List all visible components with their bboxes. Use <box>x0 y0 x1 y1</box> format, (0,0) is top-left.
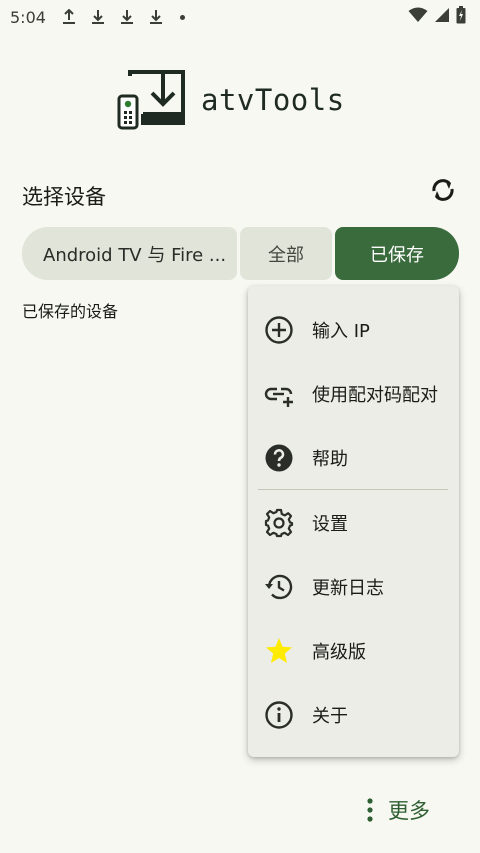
menu-divider <box>258 489 448 490</box>
history-icon <box>264 572 294 602</box>
device-section-title: 选择设备 <box>22 185 106 209</box>
menu-item-label: 更新日志 <box>312 578 384 599</box>
menu-item-premium[interactable]: 高级版 <box>248 619 459 683</box>
overflow-menu: 输入 IP 使用配对码配对 帮助 设置 更新日志 高级版 关于 <box>248 286 459 757</box>
more-vert-icon <box>367 798 373 822</box>
menu-item-enter-ip[interactable]: 输入 IP <box>248 298 459 362</box>
filter-all[interactable]: 全部 <box>240 227 332 280</box>
menu-item-label: 关于 <box>312 706 348 727</box>
notification-dot-icon <box>179 14 185 20</box>
info-icon <box>264 700 294 730</box>
filter-android-tv-fire[interactable]: Android TV 与 Fire ... <box>22 227 237 280</box>
menu-item-label: 高级版 <box>312 642 366 663</box>
signal-icon <box>434 7 450 27</box>
link-add-icon <box>264 379 294 409</box>
star-icon <box>264 636 294 666</box>
filter-saved[interactable]: 已保存 <box>335 227 459 280</box>
menu-item-label: 使用配对码配对 <box>312 385 438 406</box>
menu-item-help[interactable]: 帮助 <box>248 426 459 490</box>
download-icon <box>149 8 163 26</box>
menu-item-about[interactable]: 关于 <box>248 683 459 747</box>
menu-item-settings[interactable]: 设置 <box>248 491 459 555</box>
refresh-button[interactable] <box>428 175 458 205</box>
saved-devices-label: 已保存的设备 <box>22 302 119 321</box>
app-logo: atvTools <box>117 70 345 130</box>
battery-icon <box>456 6 466 28</box>
refresh-icon <box>432 179 454 201</box>
menu-item-pair-code[interactable]: 使用配对码配对 <box>248 362 459 426</box>
menu-item-changelog[interactable]: 更新日志 <box>248 555 459 619</box>
status-bar: 5:04 <box>0 0 480 34</box>
wifi-icon <box>408 7 428 27</box>
status-time: 5:04 <box>10 7 46 27</box>
help-icon <box>264 443 294 473</box>
menu-item-label: 设置 <box>312 514 348 535</box>
download-icon <box>120 8 134 26</box>
menu-item-label: 输入 IP <box>312 321 370 342</box>
download-icon <box>91 8 105 26</box>
more-button[interactable]: 更多 <box>366 790 430 830</box>
more-label: 更多 <box>388 799 430 823</box>
menu-item-label: 帮助 <box>312 449 348 470</box>
upload-icon <box>62 8 76 26</box>
gear-icon <box>264 508 294 538</box>
add-circle-icon <box>264 315 294 345</box>
app-name: atvTools <box>201 83 345 117</box>
atvtools-logo-icon <box>117 70 185 130</box>
